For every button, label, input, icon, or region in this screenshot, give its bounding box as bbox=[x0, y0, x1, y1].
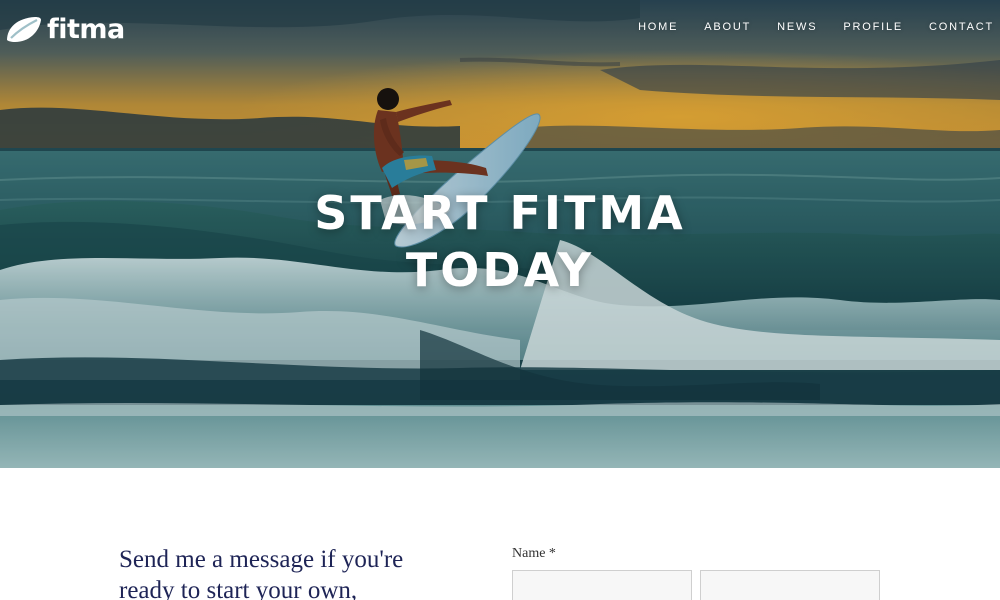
contact-intro-text: Send me a message if you're ready to sta… bbox=[119, 546, 404, 600]
nav-profile[interactable]: PROFILE bbox=[843, 21, 903, 33]
logo-wordmark: fitma bbox=[47, 13, 125, 45]
main-nav: HOME ABOUT NEWS PROFILE CONTACT bbox=[638, 21, 994, 33]
fitma-logo[interactable]: fitma bbox=[5, 12, 125, 46]
nav-contact[interactable]: CONTACT bbox=[929, 21, 994, 33]
name-field-group bbox=[512, 570, 882, 600]
leaf-logo-icon bbox=[7, 17, 41, 42]
contact-form: Name * bbox=[512, 546, 882, 600]
last-name-input[interactable] bbox=[700, 570, 880, 600]
nav-about[interactable]: ABOUT bbox=[704, 21, 751, 33]
name-field-label: Name * bbox=[512, 546, 556, 561]
hero-headline-line-1: START FITMA bbox=[314, 186, 686, 240]
hero-headline: START FITMA TODAY bbox=[0, 185, 1000, 299]
nav-news[interactable]: NEWS bbox=[777, 21, 817, 33]
nav-home[interactable]: HOME bbox=[638, 21, 678, 33]
hero-headline-line-2: TODAY bbox=[405, 243, 595, 297]
contact-section: Send me a message if you're ready to sta… bbox=[0, 468, 1000, 600]
first-name-input[interactable] bbox=[512, 570, 692, 600]
hero-section: fitma HOME ABOUT NEWS PROFILE CONTACT ST… bbox=[0, 0, 1000, 468]
